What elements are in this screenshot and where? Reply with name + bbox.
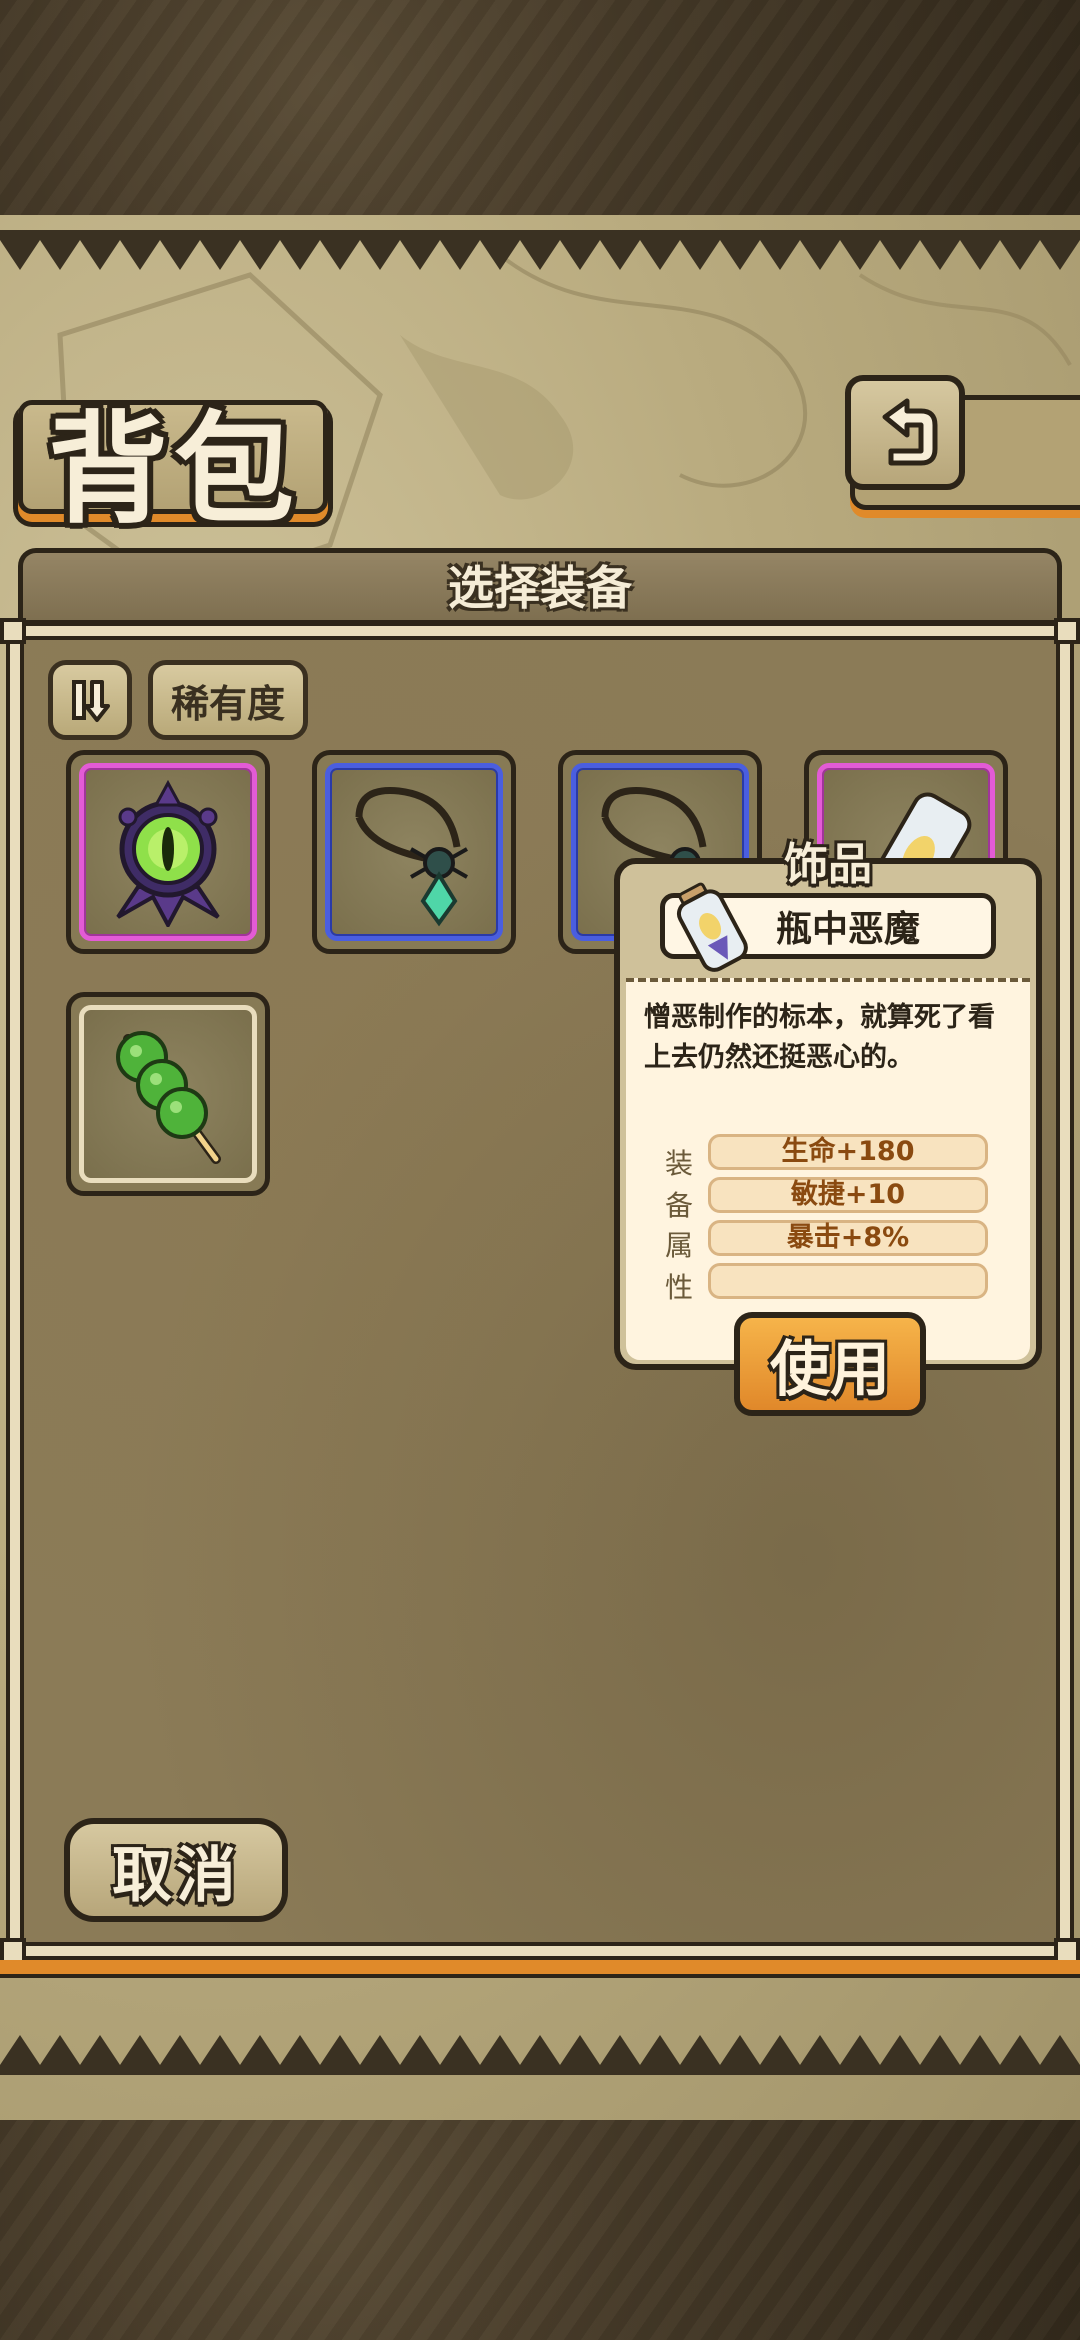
item-slot-frame (325, 763, 503, 941)
spider-necklace-icon (355, 787, 468, 927)
bottom-background-band (0, 2120, 1080, 2340)
panel-rail-left (6, 640, 24, 1942)
zigzag-edge-bottom (0, 2035, 1080, 2075)
back-arrow-icon (882, 398, 938, 465)
cancel-button[interactable]: 取消 (64, 1818, 288, 1922)
stat-row: 敏捷+10 (708, 1177, 988, 1213)
zigzag-edge-top (0, 230, 1080, 270)
page-title: 背包 (48, 399, 300, 540)
item-slot[interactable] (312, 750, 516, 954)
stats-label-char: 性 (664, 1271, 693, 1304)
stat-row: 暴击+8% (708, 1220, 988, 1256)
item-slot-frame (79, 763, 257, 941)
stat-row (708, 1263, 988, 1299)
top-background-band (0, 0, 1080, 215)
eye-amulet-icon (116, 779, 220, 927)
stats-label-char: 装 (664, 1147, 693, 1180)
item-slot[interactable] (66, 992, 270, 1196)
panel-rail-bottom (14, 1942, 1066, 1960)
panel-rail-top (14, 622, 1066, 640)
sort-toggle-icon (72, 680, 110, 722)
back-button[interactable] (845, 375, 965, 490)
panel-corner-post (1054, 618, 1080, 644)
item-slot[interactable] (66, 750, 270, 954)
stats-label-char: 备 (664, 1189, 693, 1222)
item-slot-frame (79, 1005, 257, 1183)
sort-toggle-button[interactable] (48, 660, 132, 740)
panel-rail-right (1056, 640, 1074, 1942)
panel-title: 选择装备 (448, 561, 632, 615)
stat-row: 生命+180 (708, 1134, 988, 1170)
panel-bottom-strip (0, 1960, 1080, 1978)
green-skewer-icon (116, 1031, 221, 1164)
use-button[interactable]: 使用 (734, 1312, 926, 1416)
rarity-filter-button[interactable]: 稀有度 (148, 660, 308, 740)
panel-corner-post (0, 618, 26, 644)
item-description: 憎恶制作的标本，就算死了看上去仍然还挺恶心的。 (644, 1002, 995, 1073)
stats-label-char: 属 (664, 1229, 693, 1262)
demon-bottle-icon (676, 882, 748, 972)
